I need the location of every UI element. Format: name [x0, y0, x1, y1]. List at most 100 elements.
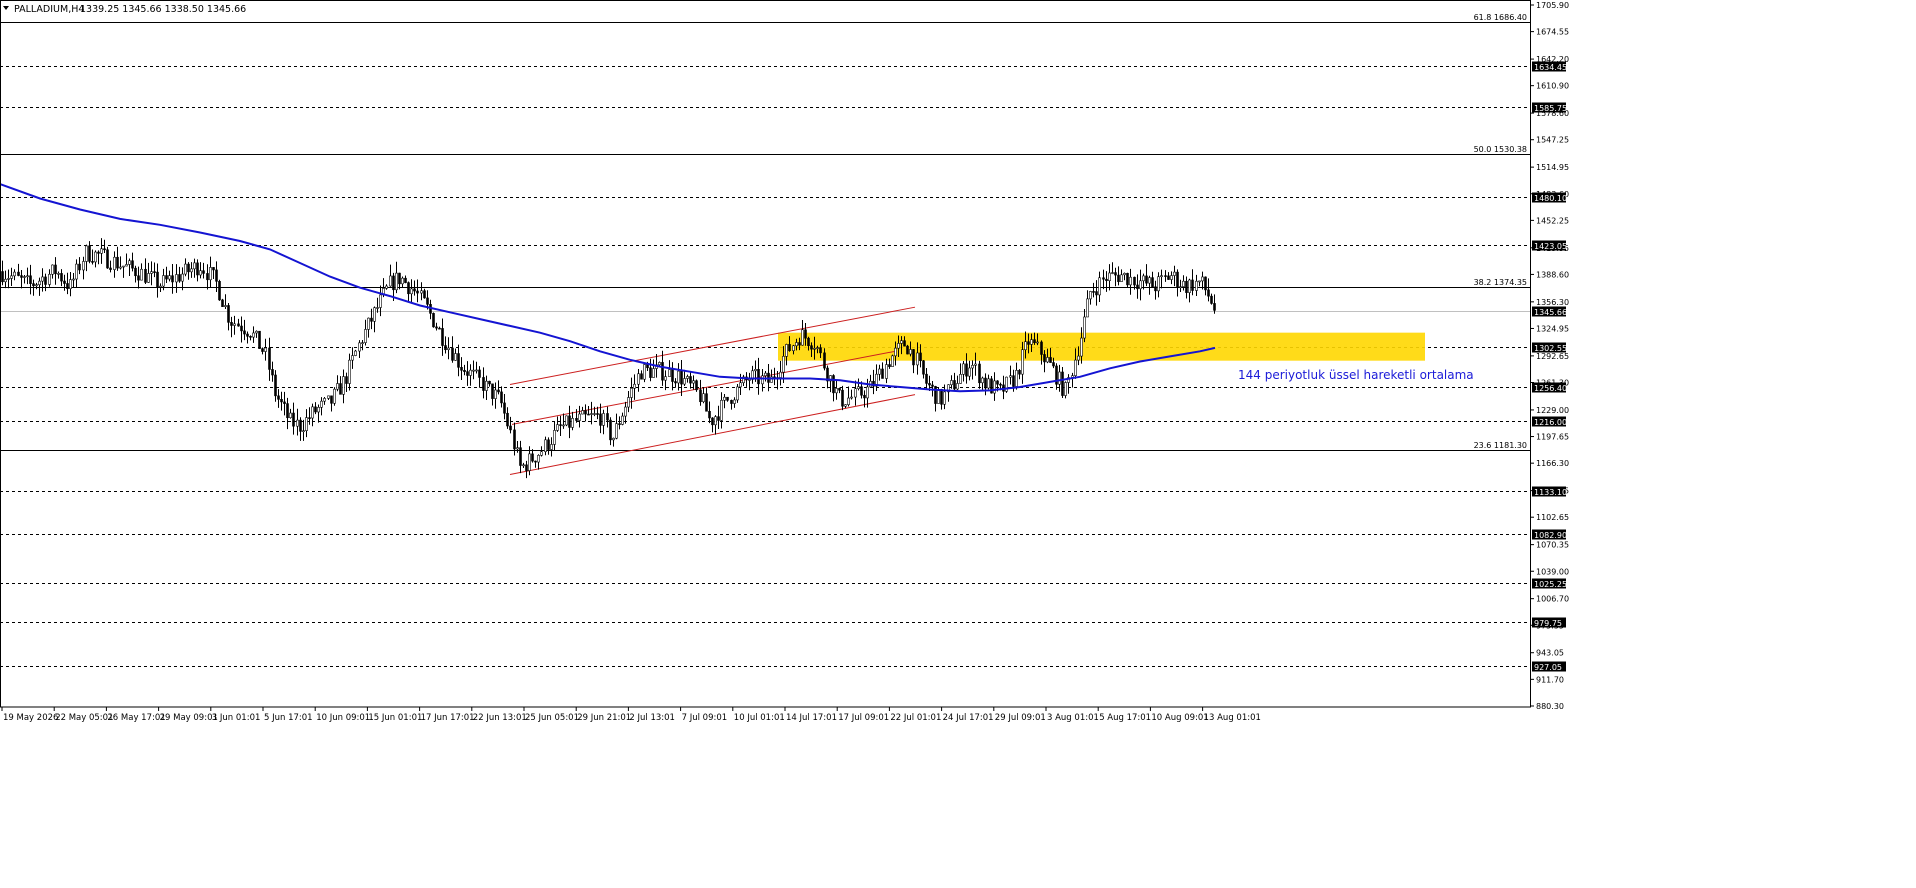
candle-body	[528, 453, 531, 471]
candle-body	[578, 413, 581, 421]
candle-body	[296, 419, 299, 427]
candle-body	[695, 380, 698, 391]
candle-body	[199, 270, 202, 276]
candle-body	[153, 271, 156, 273]
candle-body	[857, 386, 860, 389]
x-tick-label: 29 May 09:01	[160, 713, 218, 723]
candle-body	[224, 305, 227, 307]
candle-body	[1213, 303, 1216, 311]
candle-body	[863, 394, 866, 399]
candle-body	[134, 267, 137, 277]
candle-body	[438, 327, 441, 330]
candle-body	[395, 272, 398, 291]
level-price-label: 1082.90	[1534, 531, 1567, 540]
candle-body	[466, 371, 469, 376]
candle-body	[156, 271, 159, 288]
candle-body	[320, 400, 323, 408]
candle-body	[202, 270, 205, 274]
x-tick-label: 24 Jul 17:01	[943, 713, 994, 723]
candle-body	[841, 389, 844, 407]
candle-body	[240, 325, 243, 332]
price-chart[interactable]: 1705.901674.551642.201610.901578.601547.…	[0, 0, 1916, 888]
candle-body	[1133, 276, 1136, 286]
candle-body	[736, 386, 739, 401]
support-zone	[778, 332, 1425, 361]
candle-body	[1033, 339, 1036, 344]
candle-body	[97, 251, 100, 254]
candle-body	[912, 349, 915, 366]
candle-body	[996, 380, 999, 385]
candle-body	[1021, 349, 1024, 375]
x-tick-label: 10 Jun 09:01	[316, 713, 370, 723]
x-tick-label: 26 May 17:01	[107, 713, 165, 723]
candle-body	[590, 413, 593, 415]
x-tick-label: 3 Jun 01:01	[212, 713, 261, 723]
candle-body	[333, 388, 336, 404]
candle-body	[1167, 275, 1170, 280]
x-tick-label: 5 Aug 17:01	[1099, 713, 1151, 723]
fib-label: 50.0 1530.38	[1474, 145, 1527, 154]
candle-body	[801, 329, 804, 346]
candle-body	[1108, 272, 1111, 282]
candle-body	[1046, 357, 1049, 363]
candle-body	[1173, 271, 1176, 276]
candle-body	[627, 397, 630, 408]
candle-body	[978, 363, 981, 384]
candle-body	[379, 294, 382, 308]
candle-body	[147, 273, 150, 283]
candle-body	[336, 383, 339, 390]
candle-body	[237, 323, 240, 327]
candle-body	[10, 275, 13, 279]
candle-body	[1207, 289, 1210, 297]
chart-title-bar: PALLADIUM,H4 1339.25 1345.66 1338.50 134…	[3, 4, 246, 15]
candle-body	[587, 413, 590, 416]
candle-body	[66, 283, 69, 289]
x-tick-label: 3 Aug 01:01	[1047, 713, 1099, 723]
candle-body	[305, 417, 308, 432]
x-tick-label: 19 May 2026	[3, 713, 58, 723]
candle-body	[723, 396, 726, 401]
candle-body	[345, 376, 348, 384]
candle-body	[568, 415, 571, 428]
candle-body	[271, 369, 274, 376]
candle-body	[85, 245, 88, 262]
x-tick-label: 5 Jun 17:01	[264, 713, 313, 723]
candle-body	[342, 376, 345, 395]
candle-body	[968, 367, 971, 377]
candle-body	[212, 267, 215, 271]
candle-body	[683, 378, 686, 385]
candle-body	[888, 364, 891, 367]
candle-body	[209, 267, 212, 281]
candle-body	[661, 362, 664, 381]
candle-body	[348, 359, 351, 384]
candle-body	[460, 367, 463, 371]
candle-body	[299, 419, 302, 432]
candle-body	[75, 263, 78, 280]
candle-body	[686, 376, 689, 379]
candle-body	[1092, 291, 1095, 293]
candle-body	[919, 352, 922, 362]
candle-body	[1095, 291, 1098, 296]
candle-body	[711, 417, 714, 426]
level-price-label: 1216.00	[1534, 418, 1567, 427]
candle-body	[162, 275, 165, 287]
candle-body	[1043, 354, 1046, 363]
candle-body	[556, 424, 559, 431]
candle-body	[565, 415, 568, 426]
candle-body	[302, 430, 305, 433]
candle-body	[308, 417, 311, 419]
candle-body	[54, 264, 57, 275]
candle-body	[881, 368, 884, 379]
candle-body	[91, 261, 94, 263]
candle-body	[860, 386, 863, 396]
candle-body	[1049, 357, 1052, 363]
candle-body	[1198, 280, 1201, 283]
candle-body	[286, 403, 289, 419]
candle-body	[757, 369, 760, 385]
candle-body	[184, 263, 187, 275]
candle-body	[119, 266, 122, 269]
candle-body	[1191, 279, 1194, 291]
candle-body	[274, 374, 277, 397]
candle-body	[844, 404, 847, 407]
candle-body	[128, 260, 131, 265]
